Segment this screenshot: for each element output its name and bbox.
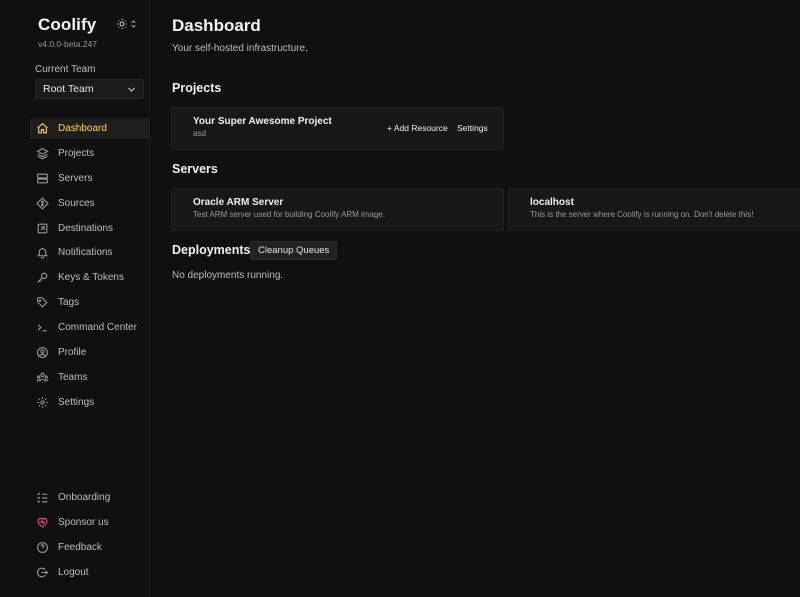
sidebar-item-label: Feedback <box>58 541 102 553</box>
projects-heading: Projects <box>172 81 222 95</box>
server-description: This is the server where Coolify is runn… <box>530 210 754 219</box>
theme-toggle[interactable] <box>116 18 137 30</box>
sidebar-item-profile[interactable]: Profile <box>30 342 150 363</box>
sidebar-item-feedback[interactable]: Feedback <box>30 537 150 558</box>
sidebar-item-label: Projects <box>58 147 95 159</box>
server-card[interactable]: Oracle ARM Server Test ARM server used f… <box>171 188 504 231</box>
deployments-heading: Deployments <box>172 243 251 257</box>
tag-icon <box>36 296 49 309</box>
main-content: Dashboard Your self-hosted infrastructur… <box>150 0 800 597</box>
sidebar-item-onboarding[interactable]: Onboarding <box>30 487 150 508</box>
team-select[interactable]: Root Team <box>35 79 144 99</box>
gear-icon <box>36 396 49 409</box>
layers-icon <box>36 147 49 160</box>
sidebar-item-label: Keys & Tokens <box>58 272 124 284</box>
project-name: Your Super Awesome Project <box>193 116 332 127</box>
server-name: Oracle ARM Server <box>193 197 284 208</box>
brand: Coolify v4.0.0-beta.247 <box>38 15 97 49</box>
sidebar-item-settings[interactable]: Settings <box>30 392 150 413</box>
team-select-value: Root Team <box>43 83 94 95</box>
sidebar-item-teams[interactable]: Teams <box>30 367 150 388</box>
server-description: Test ARM server used for building Coolif… <box>193 210 386 219</box>
sidebar-item-servers[interactable]: Servers <box>30 168 150 189</box>
server-card[interactable]: localhost This is the server where Cooli… <box>508 188 800 231</box>
chevron-updown-icon <box>131 20 136 28</box>
sun-icon <box>117 19 127 29</box>
server-icon <box>36 172 49 185</box>
checklist-icon <box>36 491 49 504</box>
sidebar-item-tags[interactable]: Tags <box>30 292 150 313</box>
sidebar-item-dashboard[interactable]: Dashboard <box>30 118 150 139</box>
key-icon <box>36 271 49 284</box>
logout-icon <box>36 566 49 579</box>
cleanup-queues-button[interactable]: Cleanup Queues <box>250 241 338 260</box>
chevron-down-icon <box>128 87 135 92</box>
server-name: localhost <box>530 197 574 208</box>
deployments-empty-text: No deployments running. <box>172 270 284 281</box>
home-icon <box>36 122 49 135</box>
current-team-label: Current Team <box>35 64 96 75</box>
sidebar-item-label: Logout <box>58 566 89 578</box>
project-description: asd <box>193 129 206 138</box>
sidebar-item-label: Command Center <box>58 322 137 334</box>
app-root: Coolify v4.0.0-beta.247 Current Team Roo… <box>0 0 800 597</box>
sidebar-item-notifications[interactable]: Notifications <box>30 242 150 263</box>
sidebar-item-label: Teams <box>58 371 88 383</box>
project-settings-button[interactable]: Settings <box>457 123 488 133</box>
sidebar-item-sponsor[interactable]: Sponsor us <box>30 512 150 533</box>
sidebar-item-label: Servers <box>58 172 93 184</box>
sidebar-item-label: Sources <box>58 197 95 209</box>
servers-heading: Servers <box>172 162 218 176</box>
sidebar-item-projects[interactable]: Projects <box>30 143 150 164</box>
sidebar-item-label: Profile <box>58 347 87 359</box>
sidebar-item-label: Onboarding <box>58 492 111 503</box>
sidebar-item-label: Dashboard <box>58 123 107 134</box>
terminal-icon <box>36 321 49 334</box>
sidebar-item-label: Sponsor us <box>58 516 109 528</box>
brand-version: v4.0.0-beta.247 <box>38 39 98 49</box>
git-icon <box>36 196 49 210</box>
page-subtitle: Your self-hosted infrastructure. <box>172 43 308 54</box>
sidebar: Coolify v4.0.0-beta.247 Current Team Roo… <box>0 0 150 597</box>
add-resource-button[interactable]: + Add Resource <box>387 123 448 133</box>
user-circle-icon <box>36 346 49 359</box>
sidebar-item-label: Destinations <box>58 222 114 234</box>
sidebar-item-destinations[interactable]: Destinations <box>30 218 150 239</box>
sidebar-item-label: Settings <box>58 396 95 408</box>
help-icon <box>36 541 49 554</box>
sidebar-item-label: Notifications <box>58 247 113 259</box>
sidebar-item-logout[interactable]: Logout <box>30 562 150 583</box>
bell-icon <box>36 246 49 259</box>
sidebar-item-label: Tags <box>58 297 80 309</box>
users-icon <box>36 371 49 384</box>
destination-icon <box>36 222 49 235</box>
heart-icon <box>36 516 49 529</box>
sidebar-nav: Dashboard Projects Servers Sources Desti… <box>30 118 150 417</box>
brand-name[interactable]: Coolify <box>38 15 97 35</box>
sidebar-bottom-nav: Onboarding Sponsor us Feedback Logout <box>30 487 150 587</box>
sidebar-item-command-center[interactable]: Command Center <box>30 317 150 338</box>
page-title: Dashboard <box>172 16 261 35</box>
project-card[interactable]: Your Super Awesome Project asd + Add Res… <box>171 107 504 150</box>
sidebar-item-sources[interactable]: Sources <box>30 193 150 214</box>
sidebar-item-keys-tokens[interactable]: Keys & Tokens <box>30 267 150 288</box>
